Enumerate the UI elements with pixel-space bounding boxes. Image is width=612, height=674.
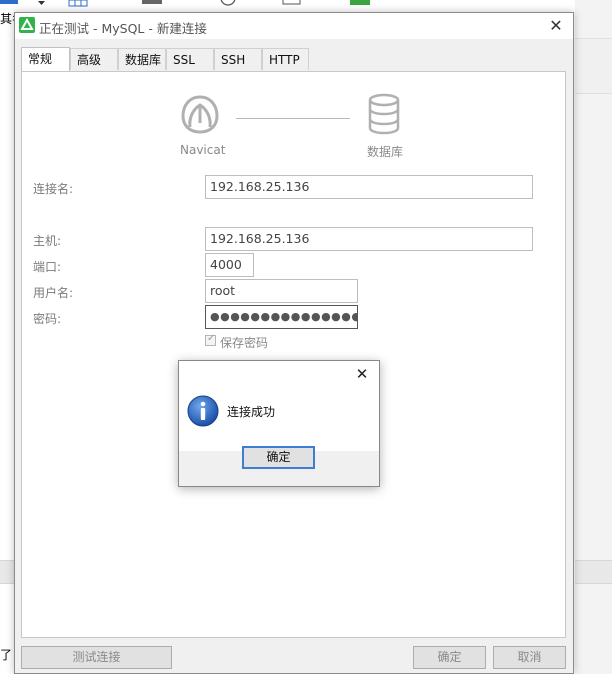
- background-text-bottom: 了: [0, 648, 13, 662]
- tab-advanced[interactable]: 高级: [70, 48, 118, 70]
- background-left-band: [0, 560, 15, 584]
- dialog-title-bar[interactable]: ✕: [179, 361, 379, 387]
- database-label: 数据库: [367, 145, 404, 159]
- document-icon: [282, 0, 301, 5]
- navicat-app-icon: [19, 17, 35, 33]
- tab-ssh[interactable]: SSH: [214, 48, 262, 70]
- info-icon: [187, 395, 219, 427]
- username-label: 用户名:: [33, 286, 74, 300]
- title-bar[interactable]: 正在测试 - MySQL - 新建连接 ✕: [15, 13, 573, 39]
- background-icon: [142, 0, 162, 4]
- connection-success-dialog: ✕ 连接成功 确定: [178, 360, 380, 487]
- tab-http[interactable]: HTTP: [262, 48, 309, 70]
- background-toolbar-icon: [0, 0, 18, 4]
- dialog-close-icon[interactable]: ✕: [351, 363, 373, 385]
- host-field[interactable]: 192.168.25.136: [205, 227, 533, 251]
- port-field[interactable]: 4000: [205, 253, 254, 277]
- general-panel: Navicat 数据库 连接名: 192.168.25.136 主机: 192.…: [21, 71, 566, 638]
- dialog-body: 连接成功: [179, 387, 379, 451]
- port-label: 端口:: [33, 260, 62, 274]
- new-connection-window: 正在测试 - MySQL - 新建连接 ✕ 常规 高级 数据库 SSL SSH …: [14, 12, 574, 674]
- window-close-icon[interactable]: ✕: [545, 15, 567, 37]
- username-field[interactable]: root: [205, 279, 358, 303]
- database-icon: [368, 93, 400, 135]
- dialog-ok-button[interactable]: 确定: [242, 446, 315, 469]
- save-password-checkbox[interactable]: ✓: [205, 333, 216, 346]
- clock-icon: [220, 0, 236, 6]
- password-field[interactable]: ●●●●●●●●●●●●●●●●●●: [205, 305, 358, 329]
- background-right-band: [575, 38, 612, 94]
- window-title: 正在测试 - MySQL - 新建连接: [39, 21, 207, 36]
- connection-name-field[interactable]: 192.168.25.136: [205, 175, 533, 199]
- test-connection-button[interactable]: 测试连接: [21, 646, 172, 669]
- tab-general[interactable]: 常规: [21, 47, 70, 71]
- navicat-logo-icon: [181, 95, 219, 134]
- table-icon: [68, 0, 88, 7]
- host-label: 主机:: [33, 234, 62, 248]
- navicat-label: Navicat: [180, 143, 226, 157]
- tab-ssl[interactable]: SSL: [166, 48, 214, 70]
- chart-icon: [350, 0, 370, 5]
- password-label: 密码:: [33, 312, 62, 326]
- dialog-message: 连接成功: [227, 405, 276, 419]
- ok-button[interactable]: 确定: [413, 646, 486, 669]
- connection-name-label: 连接名:: [33, 182, 74, 196]
- tab-database[interactable]: 数据库: [118, 48, 166, 70]
- background-right-band-lower: [575, 560, 612, 584]
- dropdown-arrow-icon: [38, 1, 45, 5]
- save-password-label: 保存密码: [220, 336, 269, 350]
- connection-line: [236, 118, 350, 119]
- cancel-button[interactable]: 取消: [493, 646, 566, 669]
- background-toolbar: [0, 0, 612, 6]
